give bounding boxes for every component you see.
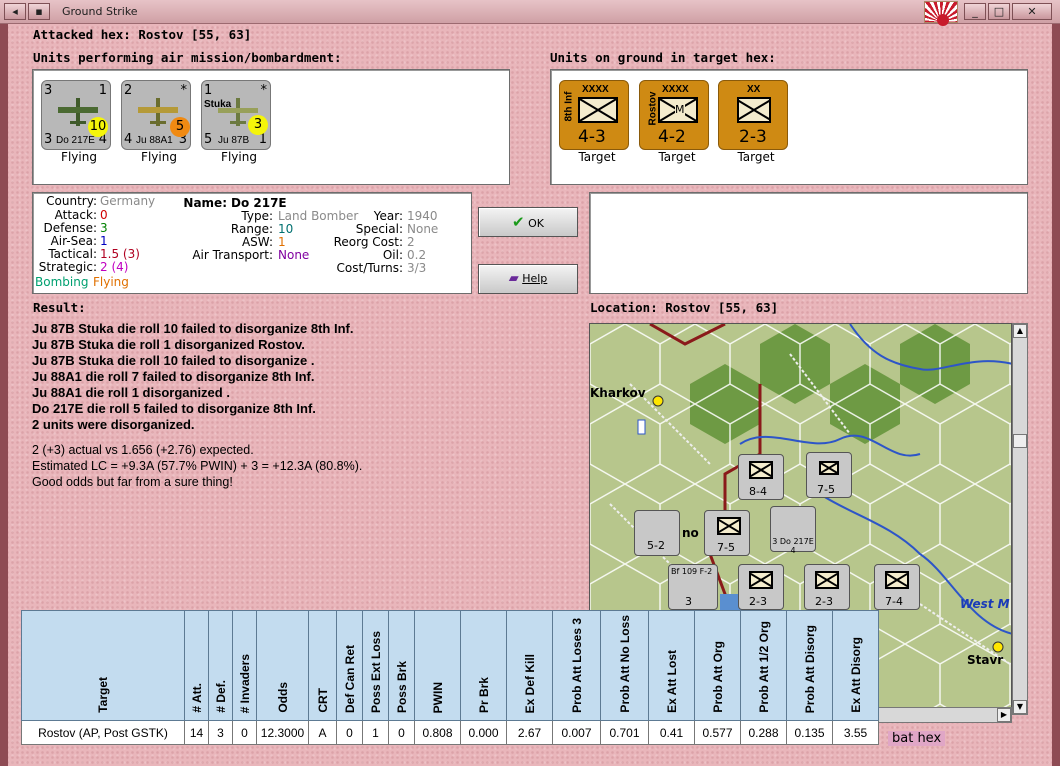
result-title: Result: <box>33 300 86 315</box>
map-vertical-scrollbar[interactable]: ▲ ▼ <box>1012 323 1028 715</box>
col-header: Ex Att Disorg <box>832 610 879 721</box>
infantry-symbol-icon <box>737 97 771 123</box>
col-header: Poss Brk <box>388 610 415 721</box>
table-header-row: Target # Att. # Def. # Invaders Odds CRT… <box>21 610 879 721</box>
odds-summary: 2 (+3) actual vs 1.656 (+2.76) expected.… <box>32 442 572 490</box>
col-header: Prob Att Org <box>694 610 741 721</box>
air-unit-ju88a1[interactable]: 2 * 4 Ju 88A1 3 5 Flying <box>121 80 197 164</box>
result-log: Ju 87B Stuka die roll 10 failed to disor… <box>32 321 572 433</box>
close-button[interactable]: ✕ <box>1012 3 1052 20</box>
window-title: Ground Strike <box>62 5 138 18</box>
attacked-hex-label: Attacked hex: Rostov [55, 63] <box>33 27 252 42</box>
scroll-up-button[interactable]: ▲ <box>1013 324 1027 338</box>
minimize-button[interactable]: _ <box>964 3 986 20</box>
militia-symbol-icon: M <box>658 97 698 123</box>
scroll-right-button[interactable]: ▶ <box>997 708 1011 722</box>
col-header: # Def. <box>208 610 233 721</box>
left-frame <box>0 24 8 766</box>
result-line: Ju 87B Stuka die roll 10 failed to disor… <box>32 353 315 368</box>
checkmark-icon: ✔ <box>512 213 525 231</box>
result-line: Ju 87B Stuka die roll 10 failed to disor… <box>32 321 354 336</box>
col-header: # Invaders <box>232 610 257 721</box>
air-unit-ju87b[interactable]: 1 * Stuka 5 Ju 87B 1 3 Flying <box>201 80 277 164</box>
col-header: Pr Brk <box>460 610 507 721</box>
result-line: Do 217E die roll 5 failed to disorganize… <box>32 401 316 416</box>
map-unit-counter[interactable]: 8-4 <box>738 454 784 500</box>
map-unit-counter[interactable]: 2-3 <box>738 564 784 610</box>
air-unit-status: Flying <box>221 150 257 164</box>
bombing-mode: Bombing <box>35 275 89 289</box>
col-header: Ex Att Lost <box>648 610 695 721</box>
system-menu-button[interactable]: ◂ <box>4 3 26 20</box>
map-unit-counter[interactable]: 7-4 <box>874 564 920 610</box>
result-line: 2 units were disorganized. <box>32 417 195 432</box>
air-unit-do217e[interactable]: 3 1 3 Do 217E 4 10 Flying <box>41 80 117 164</box>
result-line: Ju 87B Stuka die roll 1 disorganized Ros… <box>32 337 305 352</box>
ground-unit-status: Target <box>737 150 775 164</box>
help-book-icon: ▰ <box>508 271 519 286</box>
col-header: Ex Def Kill <box>506 610 553 721</box>
odds-line: Good odds but far from a sure thing! <box>32 475 233 489</box>
map-unit-counter[interactable]: 5-2 <box>634 510 680 556</box>
message-panel <box>589 192 1028 294</box>
maximize-button[interactable]: □ <box>988 3 1010 20</box>
col-header: # Att. <box>184 610 209 721</box>
result-line: Ju 88A1 die roll 7 failed to disorganize… <box>32 369 315 384</box>
country-value: Germany <box>100 194 156 208</box>
region-label-west: West M <box>960 597 1010 611</box>
ok-button[interactable]: ✔ OK <box>478 207 578 237</box>
city-label-stavr: Stavr <box>967 653 1004 667</box>
map-unit-counter[interactable]: 7-5 <box>806 452 852 498</box>
map-unit-counter[interactable]: 2-3 <box>804 564 850 610</box>
col-header: PWIN <box>414 610 461 721</box>
air-unit-status: Flying <box>61 150 97 164</box>
flying-mode: Flying <box>93 275 129 289</box>
col-header: Prob Att Loses 3 <box>552 610 601 721</box>
col-header: Def Can Ret <box>336 610 363 721</box>
col-header: Odds <box>256 610 309 721</box>
odds-line: Estimated LC = +9.3A (57.7% PWIN) + 3 = … <box>32 459 363 473</box>
air-unit-status: Flying <box>141 150 177 164</box>
result-line: Ju 88A1 die roll 1 disorganized . <box>32 385 230 400</box>
rising-sun-flag-icon <box>924 1 958 26</box>
scroll-thumb[interactable] <box>1013 434 1027 448</box>
ground-unit-8th-inf[interactable]: XXXX 8th Inf 4-3 Target <box>559 80 635 164</box>
combat-results-table: Target # Att. # Def. # Invaders Odds CRT… <box>21 610 879 745</box>
help-button[interactable]: ▰ Help <box>478 264 578 294</box>
title-bar: ◂ ▪ Ground Strike _ □ ✕ <box>0 0 1060 26</box>
col-header: Prob Att 1/2 Org <box>740 610 787 721</box>
table-row[interactable]: Rostov (AP, Post GSTK) 14 3 0 12.3000 A … <box>21 720 879 745</box>
ground-units-panel: XXXX 8th Inf 4-3 Target XXXX Rostov M 4-… <box>550 69 1028 185</box>
odds-line: 2 (+3) actual vs 1.656 (+2.76) expected. <box>32 443 254 457</box>
ground-unit-rostov[interactable]: XXXX Rostov M 4-2 Target <box>639 80 715 164</box>
hint-text: bat hex <box>888 731 946 746</box>
location-title: Location: Rostov [55, 63] <box>590 300 779 315</box>
city-label-partial: no <box>682 526 699 540</box>
scroll-down-button[interactable]: ▼ <box>1013 700 1027 714</box>
air-units-title: Units performing air mission/bombardment… <box>33 50 342 65</box>
ground-unit-status: Target <box>578 150 616 164</box>
col-header: CRT <box>308 610 337 721</box>
infantry-symbol-icon <box>578 97 618 123</box>
ground-unit-division[interactable]: XX 2-3 Target <box>718 80 794 164</box>
map-air-unit-counter[interactable]: 3 Do 217E 4 <box>770 506 816 555</box>
col-header: Prob Att Disorg <box>786 610 833 721</box>
map-unit-counter[interactable]: 7-5 <box>704 510 750 556</box>
ground-units-title: Units on ground in target hex: <box>550 50 776 65</box>
map-air-unit-counter[interactable]: Bf 109 F-2 3 <box>668 564 718 610</box>
window-menu-button[interactable]: ▪ <box>28 3 50 20</box>
col-header: Poss Ext Loss <box>362 610 389 721</box>
col-header: Target <box>21 610 185 721</box>
city-label-kharkov: Kharkov <box>590 386 646 400</box>
air-units-panel: 3 1 3 Do 217E 4 10 Flying 2 * 4 Ju 88A1 … <box>32 69 510 185</box>
col-header: Prob Att No Loss <box>600 610 649 721</box>
ground-unit-status: Target <box>658 150 696 164</box>
unit-details-panel: Country: Germany Attack: 0 Defense: 3 Ai… <box>32 192 472 294</box>
right-frame <box>1052 24 1060 766</box>
